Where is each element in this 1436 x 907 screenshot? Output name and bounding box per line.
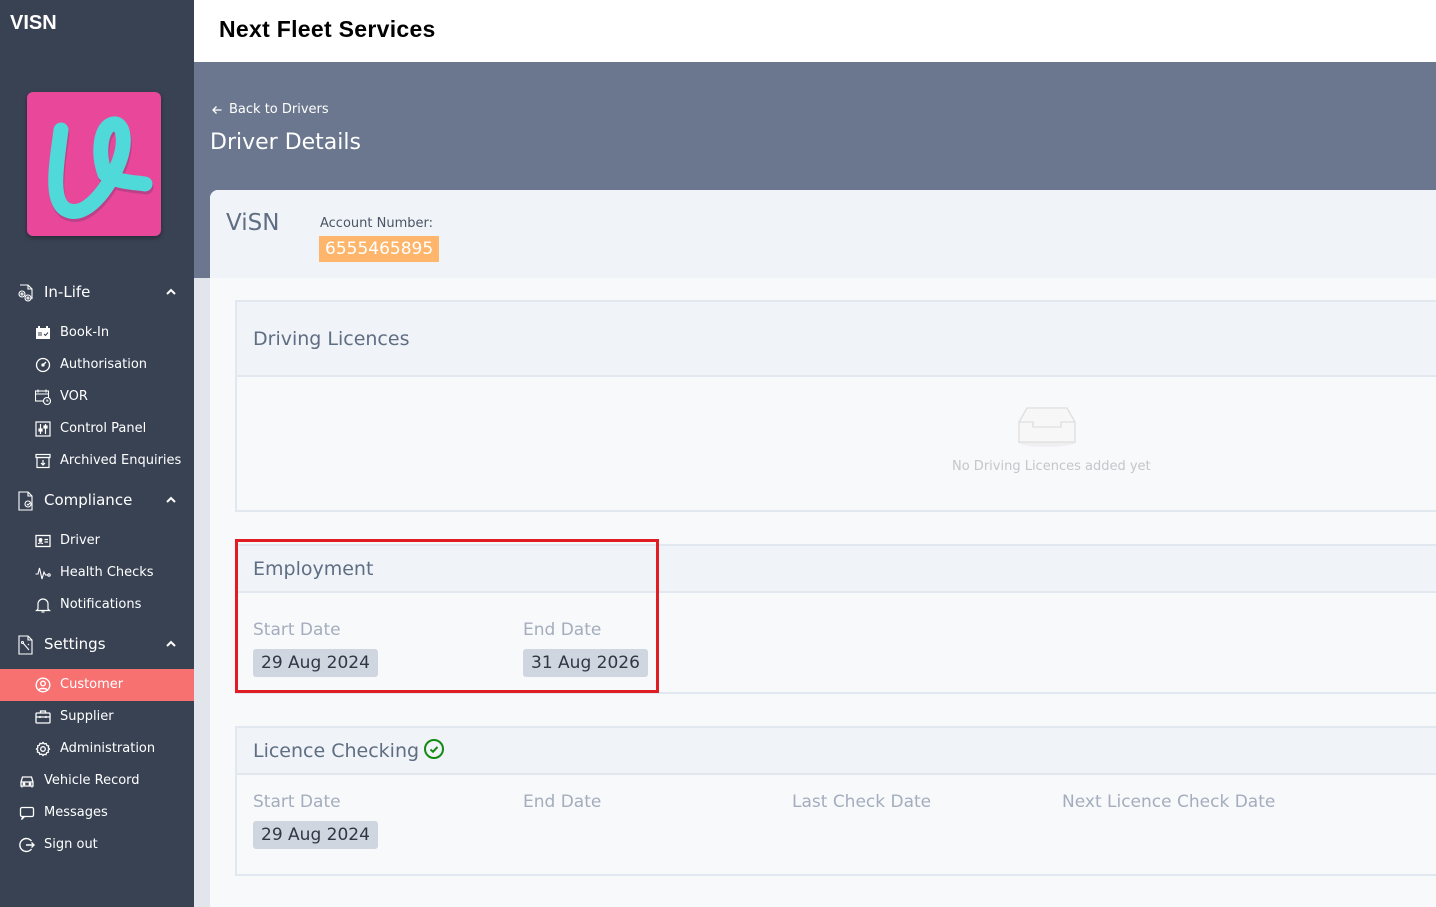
sidebar-item-label: Authorisation (60, 357, 148, 372)
sidebar-group-compliance[interactable]: Compliance (0, 486, 194, 516)
sidebar-item-vor[interactable]: VOR (0, 381, 194, 413)
end-date-label: End Date (523, 620, 602, 640)
customer-name: ViSN (226, 210, 280, 236)
sidebar-item-supplier[interactable]: Supplier (0, 701, 194, 733)
inbox-icon (1018, 407, 1076, 447)
sidebar-item-label: Notifications (60, 597, 142, 612)
next-licence-check-date-label: Next Licence Check Date (1062, 792, 1276, 812)
sidebar-item-notifications[interactable]: Notifications (0, 589, 194, 621)
back-to-drivers-link[interactable]: Back to Drivers (211, 102, 329, 117)
arrow-left-icon (212, 105, 222, 114)
document-tools-icon (18, 635, 33, 655)
message-icon (19, 806, 35, 820)
sign-out-icon (19, 837, 35, 853)
calendar-check-icon (36, 326, 50, 339)
sidebar-item-label: Customer (60, 677, 124, 692)
sidebar-group-label: Settings (44, 635, 106, 653)
org-title: Next Fleet Services (219, 16, 436, 42)
sidebar-item-label: Health Checks (60, 565, 154, 580)
sidebar-item-control-panel[interactable]: Control Panel (0, 413, 194, 445)
sidebar-item-vehicle-record[interactable]: Vehicle Record (0, 765, 194, 797)
sidebar-item-label: Archived Enquiries (60, 453, 182, 468)
sidebar-item-administration[interactable]: Administration (0, 733, 194, 765)
sidebar-group-in-life[interactable]: In-Life (0, 278, 194, 308)
bell-icon (35, 598, 51, 613)
start-date-label: Start Date (253, 620, 341, 640)
customer-header: ViSN Account Number: 6555465895 (210, 190, 1436, 278)
account-number-badge: 6555465895 (319, 236, 440, 262)
licence-end-date-label: End Date (523, 792, 602, 812)
sidebar-item-health-checks[interactable]: Health Checks (0, 557, 194, 589)
section-title: Driving Licences (253, 328, 410, 350)
section-title: Licence Checking (253, 740, 420, 762)
document-shield-icon (18, 491, 33, 511)
sidebar-item-archived-enquiries[interactable]: Archived Enquiries (0, 445, 194, 477)
gears-document-icon (18, 284, 33, 302)
section-header: Driving Licences (237, 302, 1436, 377)
gear-icon (35, 741, 51, 757)
sidebar-item-label: Messages (44, 805, 108, 820)
sidebar-item-label: Sign out (44, 837, 98, 852)
account-number-label: Account Number: (320, 216, 433, 231)
sidebar-item-messages[interactable]: Messages (0, 797, 194, 829)
sidebar-item-label: Supplier (60, 709, 114, 724)
sidebar-group-label: Compliance (44, 491, 133, 509)
chevron-up-icon[interactable] (164, 637, 178, 651)
end-date-value: 31 Aug 2026 (523, 649, 648, 677)
sidebar-item-label: Driver (60, 533, 101, 548)
section-title: Employment (253, 558, 374, 580)
pulse-icon (35, 567, 51, 580)
top-header: Next Fleet Services (194, 0, 1436, 62)
page-title: Driver Details (210, 130, 361, 155)
section-header: Employment (237, 546, 1436, 593)
back-link-label: Back to Drivers (229, 102, 329, 117)
chevron-up-icon[interactable] (164, 285, 178, 299)
sidebar-item-label: Book-In (60, 325, 110, 340)
section-header: Licence Checking (237, 728, 1436, 775)
visn-logo-icon (27, 92, 161, 236)
calendar-clock-icon (35, 389, 51, 405)
user-circle-icon (35, 677, 51, 693)
chevron-up-icon[interactable] (164, 493, 178, 507)
brand-name: VISN (10, 12, 57, 34)
check-circle-icon (424, 739, 444, 759)
last-check-date-label: Last Check Date (792, 792, 932, 812)
sidebar-item-label: Vehicle Record (44, 773, 140, 788)
sidebar-item-customer[interactable]: Customer (0, 669, 194, 701)
id-card-icon (35, 534, 51, 548)
sidebar-item-driver[interactable]: Driver (0, 525, 194, 557)
employment-section: Employment Start Date 29 Aug 2024 End Da… (235, 544, 1436, 694)
sidebar-item-sign-out[interactable]: Sign out (0, 829, 194, 861)
sidebar-item-authorisation[interactable]: Authorisation (0, 349, 194, 381)
sliders-icon (35, 421, 51, 437)
archive-icon (35, 453, 51, 469)
licence-start-date-value: 29 Aug 2024 (253, 821, 378, 849)
sidebar-item-book-in[interactable]: Book-In (0, 317, 194, 349)
sidebar-item-label: Control Panel (60, 421, 147, 436)
sidebar-item-label: VOR (60, 389, 88, 404)
sidebar-group-settings[interactable]: Settings (0, 630, 194, 660)
sidebar-group-label: In-Life (44, 283, 91, 301)
licence-checking-section: Licence Checking Start Date 29 Aug 2024 … (235, 726, 1436, 876)
sidebar-item-label: Administration (60, 741, 156, 756)
gauge-icon (35, 357, 51, 373)
sidebar: VISN In-Life Book-In Authorisation VOR C… (0, 0, 194, 907)
licence-start-date-label: Start Date (253, 792, 341, 812)
briefcase-icon (35, 710, 51, 724)
car-icon (20, 776, 34, 788)
start-date-value: 29 Aug 2024 (253, 649, 378, 677)
driving-licences-section: Driving Licences No Driving Licences add… (235, 300, 1436, 512)
content-gutter (194, 278, 210, 907)
empty-state-text: No Driving Licences added yet (952, 459, 1151, 474)
driver-details-card: ViSN Account Number: 6555465895 Driving … (210, 190, 1436, 907)
